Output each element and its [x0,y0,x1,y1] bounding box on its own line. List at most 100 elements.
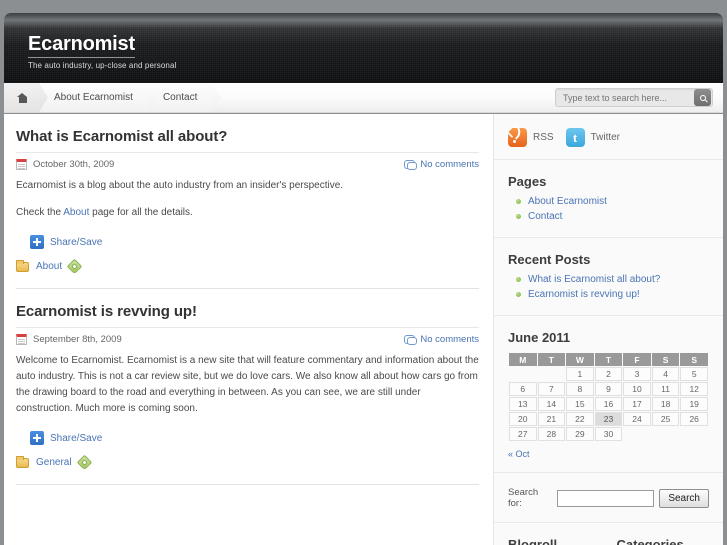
calendar-day-cell[interactable]: 15 [566,397,594,411]
categories-widget: Categories About General [617,537,710,545]
recent-posts-list: What is Ecarnomist all about? Ecarnomist… [508,272,709,302]
calendar-day-cell[interactable]: 27 [509,427,537,441]
post-title[interactable]: What is Ecarnomist all about? [16,128,479,153]
search-widget-form: Search for: Search [508,487,709,509]
header-search-box[interactable] [555,88,713,107]
calendar-day-cell[interactable]: 23 [594,412,623,426]
share-save-button[interactable]: Share/Save [30,431,479,445]
calendar-day-cell[interactable]: 6 [509,382,537,396]
calendar-empty-cell [538,367,566,381]
plus-icon [30,431,44,445]
calendar-day-cell[interactable]: 7 [537,382,566,396]
list-item[interactable]: Contact [508,209,709,224]
post-title[interactable]: Ecarnomist is revving up! [16,303,479,328]
bullet-icon [516,292,521,297]
calendar-day-cell[interactable]: 17 [623,397,651,411]
sidebar: RSS t Twitter Pages About Ecarnomist Con… [493,114,723,545]
calendar-week-row: 6 7 8 9 10 11 12 [509,382,708,396]
search-widget-button[interactable]: Search [659,488,709,508]
header-search-button[interactable] [694,89,711,106]
calendar-weekday: M [509,353,537,366]
calendar-day-cell[interactable]: 24 [623,412,651,426]
comment-bubble-icon [404,334,418,345]
calendar-week-row: 27 28 29 30 [509,427,708,441]
search-widget: Search for: Search [494,473,723,523]
post-comments-link[interactable]: No comments [404,334,479,345]
folder-icon [16,455,29,468]
calendar-day-cell[interactable]: 8 [566,382,594,396]
calendar-header-row: M T W T F S S [509,353,708,366]
calendar-day-cell[interactable]: 5 [680,367,708,381]
calendar-day-cell[interactable]: 21 [537,412,566,426]
calendar-day-cell[interactable]: 11 [651,382,680,396]
twitter-link[interactable]: t Twitter [565,128,620,147]
search-icon [699,94,706,101]
nav-item-label: Contact [162,92,198,103]
nav-item-home[interactable] [4,83,40,112]
page-root: Ecarnomist The auto industry, up-close a… [0,0,727,545]
list-item[interactable]: About Ecarnomist [508,194,709,209]
calendar-day-cell[interactable]: 1 [566,367,594,381]
post-meta: September 8th, 2009 No comments [16,328,479,353]
calendar-day-cell[interactable]: 13 [509,397,537,411]
list-item[interactable]: What is Ecarnomist all about? [508,272,709,287]
calendar-day-cell[interactable]: 4 [651,367,680,381]
header-search-input[interactable] [556,92,694,103]
blogroll-widget-title: Blogroll [508,537,558,545]
pages-link[interactable]: Contact [528,211,562,222]
bullet-icon [516,277,521,282]
nav-items: About Ecarnomist Contact [4,83,214,112]
calendar-day-cell[interactable]: 29 [566,427,594,441]
share-save-button[interactable]: Share/Save [30,235,479,249]
calendar-day-cell[interactable]: 3 [623,367,651,381]
calendar-prev-link[interactable]: « Oct [508,449,709,459]
calendar-day-cell[interactable]: 18 [651,397,680,411]
site-title: Ecarnomist [28,34,135,58]
blogroll-widget: Blogroll [508,537,601,545]
post-divider [16,484,479,485]
calendar-day-cell[interactable]: 9 [594,382,623,396]
nav-item-label: About Ecarnomist [54,92,133,103]
calendar-day-cell[interactable]: 20 [509,412,537,426]
calendar-day-cell[interactable]: 12 [680,382,708,396]
pages-list: About Ecarnomist Contact [508,194,709,224]
post-comments-link[interactable]: No comments [404,159,479,170]
rss-link[interactable]: RSS [508,128,554,147]
home-icon [17,92,28,103]
blogroll-categories-widget: Blogroll Categories About General [494,523,723,545]
calendar-day-cell[interactable]: 22 [566,412,594,426]
calendar-weekday: S [651,353,680,366]
calendar-day-cell[interactable]: 28 [537,427,566,441]
calendar-day-cell[interactable]: 26 [680,412,708,426]
calendar-day-cell[interactable]: 14 [537,397,566,411]
pages-link[interactable]: About Ecarnomist [528,196,607,207]
list-item[interactable]: Ecarnomist is revving up! [508,287,709,302]
calendar-day-cell[interactable]: 30 [594,427,623,441]
post-paragraph: Welcome to Ecarnomist. Ecarnomist is a n… [16,355,479,414]
calendar-day-cell[interactable]: 10 [623,382,651,396]
search-widget-input[interactable] [557,489,655,507]
post-body: Welcome to Ecarnomist. Ecarnomist is a n… [16,353,479,417]
site-header-inner: Ecarnomist The auto industry, up-close a… [4,13,723,70]
post-meta: October 30th, 2009 No comments [16,153,479,178]
calendar-week-row: 13 14 15 16 17 18 19 [509,397,708,411]
recent-post-link[interactable]: Ecarnomist is revving up! [528,289,640,300]
post-category-link[interactable]: General [36,457,72,468]
nav-item-about-ecarnomist[interactable]: About Ecarnomist [40,83,149,112]
navigation-bar: About Ecarnomist Contact [4,83,723,113]
calendar-day-cell[interactable]: 25 [651,412,680,426]
calendar-day-cell[interactable]: 2 [594,367,623,381]
post-category-link[interactable]: About [36,261,62,272]
nav-item-contact[interactable]: Contact [148,83,214,112]
post-meta-date-group: September 8th, 2009 [16,334,122,345]
recent-post-link[interactable]: What is Ecarnomist all about? [528,274,660,285]
categories-widget-title: Categories [616,537,684,545]
site-tagline: The auto industry, up-close and personal [28,61,177,70]
calendar-body: 1 2 3 4 5 6 7 8 9 10 11 12 13 14 15 16 17 18 19 20 21 22 23 24 2… [509,367,708,441]
page-body: What is Ecarnomist all about? October 30… [4,114,723,545]
calendar-day-cell[interactable]: 19 [680,397,708,411]
calendar-day-cell[interactable]: 16 [594,397,623,411]
calendar-empty-cell [680,427,708,441]
post-comments-label: No comments [420,159,479,170]
inline-about-link[interactable]: About [63,207,89,218]
